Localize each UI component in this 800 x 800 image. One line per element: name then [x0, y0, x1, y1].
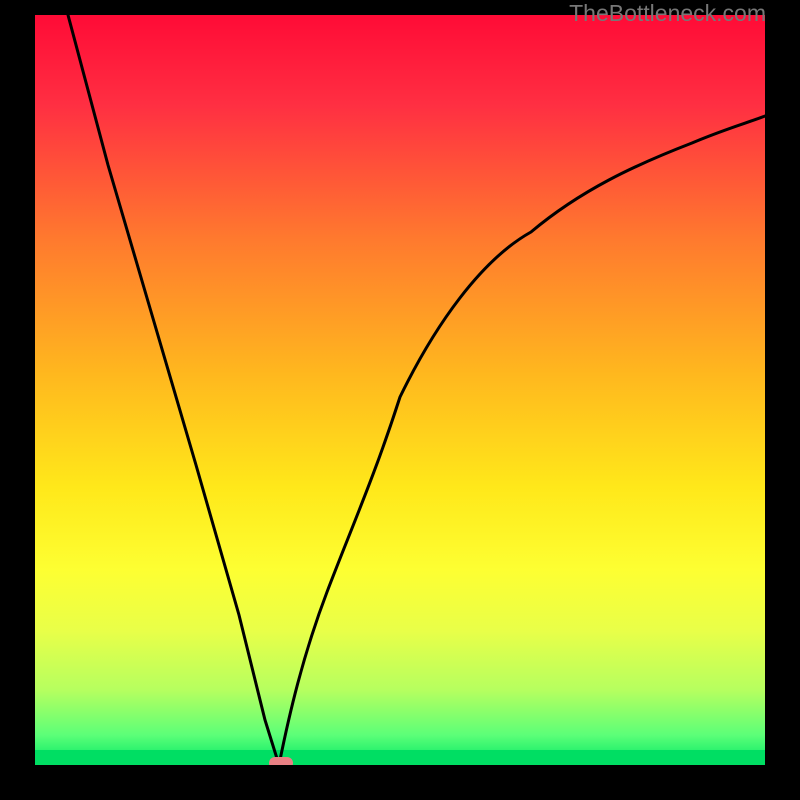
bottom-green-band	[35, 750, 765, 765]
minimum-marker	[269, 757, 293, 765]
plot-area	[35, 15, 765, 765]
gradient-background	[35, 15, 765, 765]
chart-frame: TheBottleneck.com	[0, 0, 800, 800]
watermark-text: TheBottleneck.com	[569, 0, 766, 27]
chart-svg	[35, 15, 765, 765]
